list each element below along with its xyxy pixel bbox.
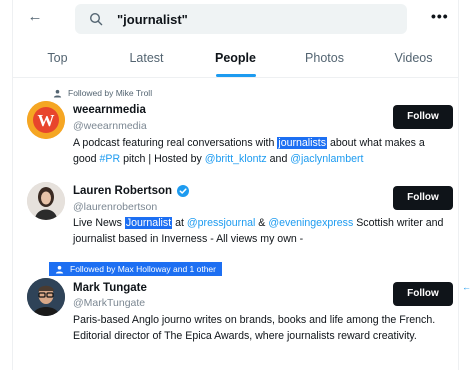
- tab-videos[interactable]: Videos: [369, 40, 458, 77]
- user-bio: Paris-based Anglo journo writes on brand…: [73, 314, 436, 342]
- back-arrow-icon[interactable]: ←: [27, 9, 43, 25]
- tab-latest[interactable]: Latest: [102, 40, 191, 77]
- weearnmedia-logo: W: [27, 101, 65, 139]
- user-handle[interactable]: @MarkTungate: [73, 297, 145, 309]
- search-highlight: Journalist: [124, 217, 173, 229]
- top-bar: ← "journalist" •••: [13, 0, 458, 38]
- avatar[interactable]: [27, 278, 65, 316]
- user-bio: Live News Journalist at @pressjournal & …: [73, 217, 444, 245]
- user-name[interactable]: Lauren Robertson: [73, 185, 190, 197]
- search-icon: [89, 12, 103, 26]
- user-handle[interactable]: @weearnmedia: [73, 120, 147, 132]
- svg-text:W: W: [38, 111, 55, 130]
- social-context: Followed by Mike Troll: [53, 88, 152, 98]
- mention-link[interactable]: @britt_klontz: [205, 153, 267, 165]
- social-context-text: Followed by Max Holloway and 1 other: [70, 264, 216, 274]
- search-tabs: Top Latest People Photos Videos: [13, 40, 458, 78]
- profile-photo: [27, 182, 65, 220]
- user-name[interactable]: weearnmedia: [73, 104, 146, 116]
- profile-photo: [27, 278, 65, 316]
- person-icon: [55, 265, 64, 274]
- mention-link[interactable]: @eveningexpress: [268, 217, 353, 229]
- mention-link[interactable]: @pressjournal: [187, 217, 255, 229]
- search-highlight: journalists: [277, 137, 328, 149]
- tab-people[interactable]: People: [191, 40, 280, 77]
- user-handle[interactable]: @laurenrobertson: [73, 201, 157, 213]
- follow-button[interactable]: Follow: [393, 105, 453, 129]
- social-context-text: Followed by Mike Troll: [68, 88, 153, 98]
- hashtag-link[interactable]: #PR: [100, 153, 121, 165]
- user-bio: A podcast featuring real conversations w…: [73, 137, 425, 165]
- verified-badge-icon: [177, 185, 190, 197]
- scroll-indicator-icon[interactable]: ←: [462, 282, 471, 292]
- avatar[interactable]: W: [27, 101, 65, 139]
- social-context: Followed by Max Holloway and 1 other: [49, 262, 222, 276]
- search-query: "journalist": [117, 12, 188, 27]
- app-frame: ← "journalist" ••• Top Latest People Pho…: [12, 0, 471, 370]
- more-options-icon[interactable]: •••: [431, 8, 449, 24]
- user-name[interactable]: Mark Tungate: [73, 282, 147, 294]
- follow-button[interactable]: Follow: [393, 282, 453, 306]
- person-icon: [53, 89, 62, 98]
- avatar[interactable]: [27, 182, 65, 220]
- mention-link[interactable]: @jaclynlambert: [290, 153, 363, 165]
- search-input[interactable]: "journalist": [75, 4, 407, 34]
- tab-photos[interactable]: Photos: [280, 40, 369, 77]
- tab-top[interactable]: Top: [13, 40, 102, 77]
- follow-button[interactable]: Follow: [393, 186, 453, 210]
